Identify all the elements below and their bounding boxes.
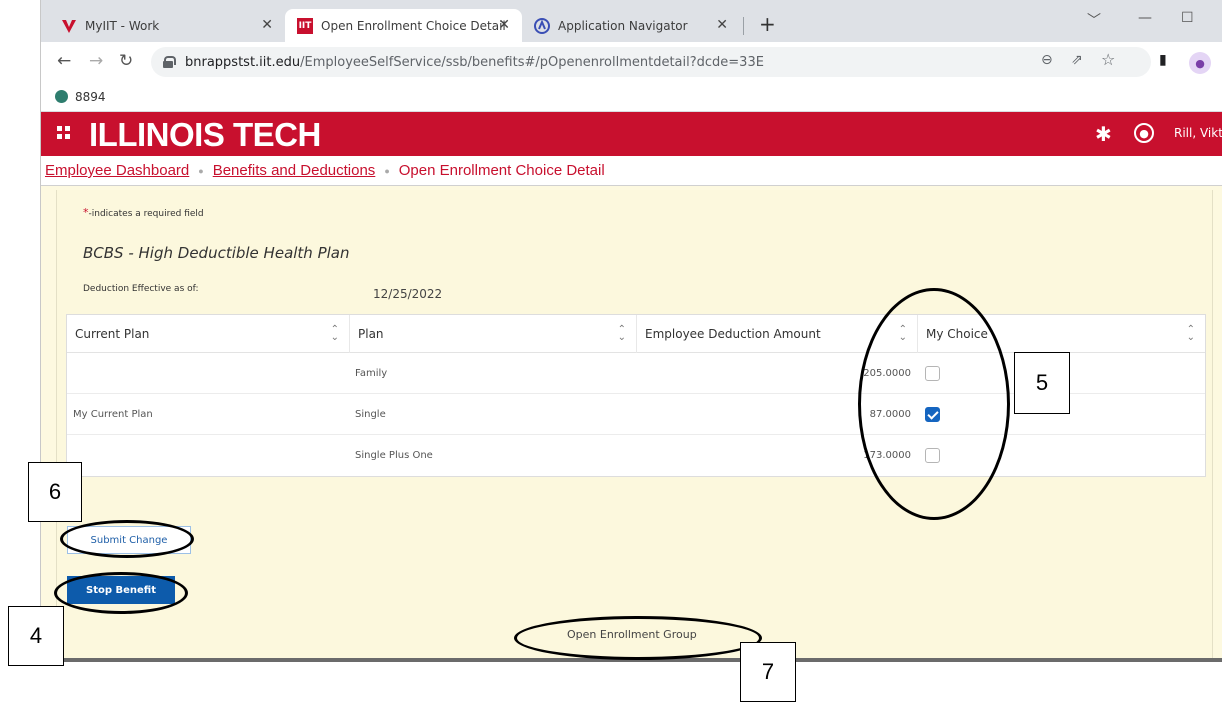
- browser-toolbar: ← → ↻ bnrappstst.iit.edu/EmployeeSelfSer…: [41, 42, 1222, 82]
- tab-application-navigator[interactable]: Application Navigator ✕: [522, 9, 740, 42]
- bookmark-item[interactable]: 8894: [75, 90, 106, 104]
- plan-cell: Single Plus One: [355, 450, 433, 461]
- close-icon[interactable]: ✕: [261, 17, 273, 33]
- breadcrumb-separator: ●: [384, 165, 390, 176]
- tab-open-enrollment[interactable]: IIT Open Enrollment Choice Detail ✕: [285, 9, 522, 42]
- back-icon[interactable]: ←: [57, 51, 71, 71]
- app-menu-icon[interactable]: [57, 126, 71, 140]
- chevron-down-icon[interactable]: ﹀: [1087, 10, 1101, 30]
- annotation-ellipse-my-choice: [858, 288, 1010, 520]
- sort-icon: ⌃ ⌄: [617, 324, 626, 343]
- user-name[interactable]: Rill, Vikto: [1174, 126, 1222, 140]
- main-content: *-indicates a required field BCBS - High…: [41, 186, 1222, 662]
- side-panel-icon[interactable]: ▮: [1159, 52, 1167, 68]
- new-tab-button[interactable]: +: [759, 14, 776, 34]
- tab-title: MyIIT - Work: [85, 18, 160, 33]
- lock-icon: [163, 56, 176, 68]
- url-text: bnrappstst.iit.edu/EmployeeSelfService/s…: [185, 54, 764, 70]
- column-plan[interactable]: Plan ⌃ ⌄: [349, 315, 636, 353]
- annotation-ellipse-group: [514, 616, 762, 660]
- annotation-label-4: 4: [8, 606, 64, 666]
- effective-label: Deduction Effective as of:: [83, 284, 199, 294]
- gear-icon[interactable]: ✱: [1095, 122, 1112, 146]
- close-icon[interactable]: ✕: [716, 17, 728, 33]
- app-header: ILLINOIS TECH ✱ ● Rill, Vikto: [41, 112, 1222, 156]
- browser-window: MyIIT - Work ✕ IIT Open Enrollment Choic…: [40, 0, 1222, 662]
- current-plan-cell: [67, 353, 349, 394]
- required-note: *-indicates a required field: [83, 206, 204, 219]
- maximize-icon[interactable]: ☐: [1181, 10, 1194, 26]
- star-icon[interactable]: ☆: [1101, 50, 1115, 69]
- breadcrumb-current: Open Enrollment Choice Detail: [398, 162, 605, 179]
- breadcrumb: Employee Dashboard ● Benefits and Deduct…: [41, 156, 1222, 186]
- annotation-ellipse-submit: [60, 520, 194, 558]
- reload-icon[interactable]: ↻: [119, 51, 133, 71]
- tab-title: Open Enrollment Choice Detail: [321, 18, 506, 33]
- annotation-label-6: 6: [28, 462, 82, 522]
- share-icon[interactable]: ⇗: [1071, 52, 1083, 68]
- navigator-icon: [534, 17, 550, 34]
- table-header: Current Plan ⌃ ⌄ Plan ⌃ ⌄ Employee Deduction…: [67, 315, 1205, 353]
- sort-icon: ⌃ ⌄: [330, 324, 339, 343]
- myiit-v-icon: [61, 18, 77, 34]
- current-plan-cell: My Current Plan: [73, 409, 153, 420]
- profile-avatar-icon[interactable]: ●: [1189, 52, 1211, 74]
- minimize-icon[interactable]: —: [1138, 10, 1152, 26]
- annotation-label-7: 7: [740, 642, 796, 702]
- tab-myiit[interactable]: MyIIT - Work ✕: [49, 9, 285, 42]
- zoom-icon[interactable]: ⊖: [1041, 52, 1053, 68]
- iit-icon: IIT: [297, 17, 313, 34]
- tab-title: Application Navigator: [558, 18, 688, 33]
- breadcrumb-separator: ●: [198, 165, 204, 176]
- bookmarks-bar: 8894: [41, 82, 1222, 112]
- annotation-label-5: 5: [1014, 352, 1070, 414]
- plan-cell: Family: [355, 368, 388, 379]
- address-bar[interactable]: bnrappstst.iit.edu/EmployeeSelfService/s…: [151, 47, 1151, 77]
- table-row: Single Plus One 173.0000: [67, 435, 1205, 476]
- current-plan-cell: [67, 435, 349, 476]
- plan-title: BCBS - High Deductible Health Plan: [83, 244, 350, 262]
- close-icon[interactable]: ✕: [498, 17, 510, 33]
- brand-logo: ILLINOIS TECH: [89, 116, 321, 153]
- breadcrumb-employee-dashboard[interactable]: Employee Dashboard: [45, 162, 189, 179]
- breadcrumb-benefits-deductions[interactable]: Benefits and Deductions: [213, 162, 376, 179]
- effective-date: 12/25/2022: [373, 287, 443, 301]
- tab-strip: MyIIT - Work ✕ IIT Open Enrollment Choic…: [41, 0, 1222, 42]
- sort-icon: ⌃ ⌄: [1186, 324, 1195, 343]
- tab-divider: [743, 17, 744, 35]
- annotation-ellipse-stop: [54, 572, 188, 614]
- bookmark-icon: [55, 90, 68, 103]
- forward-icon[interactable]: →: [89, 51, 103, 71]
- user-icon[interactable]: ●: [1134, 123, 1154, 143]
- plan-cell: Single: [355, 409, 386, 420]
- column-current-plan[interactable]: Current Plan ⌃ ⌄: [67, 315, 349, 353]
